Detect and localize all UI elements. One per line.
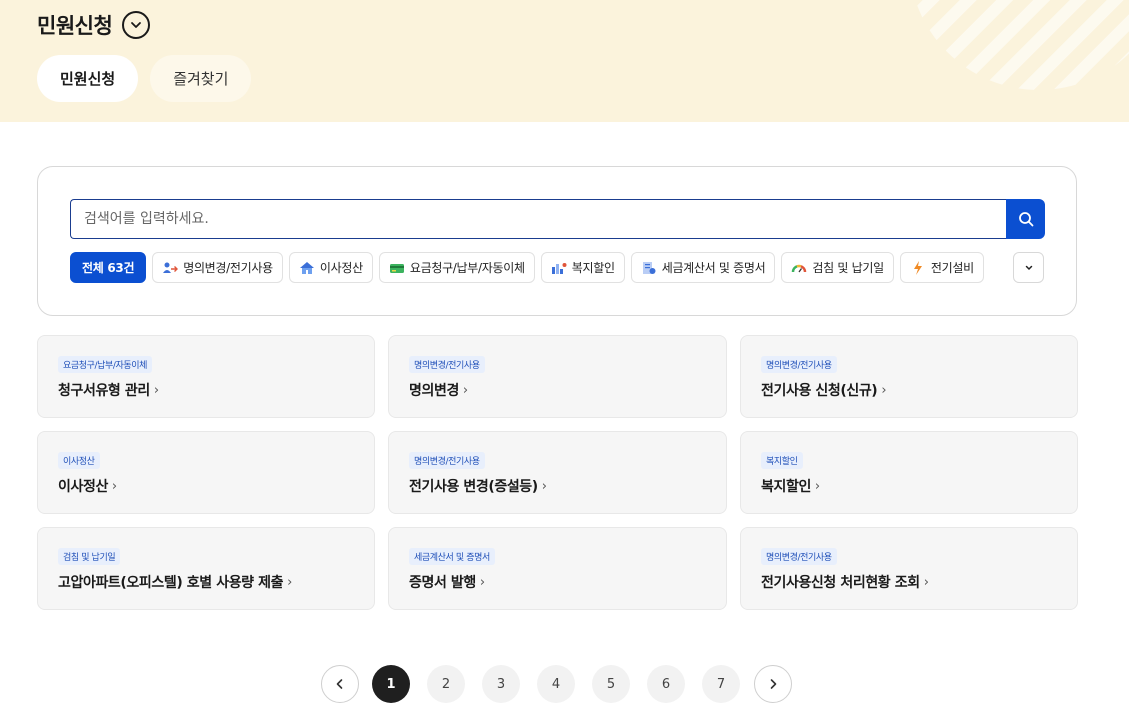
- page-button-3[interactable]: 3: [482, 665, 520, 703]
- chevron-down-icon: [1025, 265, 1032, 270]
- certificate-icon: [641, 261, 657, 275]
- chevron-right-icon: ›: [814, 478, 820, 494]
- service-card[interactable]: 명의변경/전기사용 전기사용신청 처리현황 조회 ›: [740, 527, 1078, 610]
- card-category-tag: 검침 및 납기일: [58, 548, 121, 565]
- chevron-right-icon: ›: [462, 382, 468, 398]
- card-category-tag: 명의변경/전기사용: [409, 452, 485, 469]
- chevron-right-icon: ›: [111, 478, 117, 494]
- chip-label: 세금계산서 및 증명서: [661, 261, 766, 275]
- service-card-grid: 요금청구/납부/자동이체 청구서유형 관리 › 명의변경/전기사용 명의변경 › 명…: [37, 335, 1078, 610]
- chip-label: 복지할인: [571, 261, 615, 275]
- card-title-text: 고압아파트(오피스텔) 호별 사용량 제출: [58, 575, 284, 591]
- chevron-right-icon: ›: [479, 574, 485, 590]
- chevron-right-icon: ›: [923, 574, 929, 590]
- card-title-text: 명의변경: [409, 383, 459, 399]
- search-input[interactable]: [70, 199, 1006, 239]
- card-category-tag: 명의변경/전기사용: [761, 548, 837, 565]
- category-chip-billing[interactable]: 요금청구/납부/자동이체: [378, 252, 535, 283]
- card-category-tag: 명의변경/전기사용: [409, 356, 485, 373]
- tab-bar: 민원신청 즐겨찾기: [37, 55, 252, 102]
- page-button-4[interactable]: 4: [537, 665, 575, 703]
- card-category-tag: 복지할인: [761, 452, 803, 469]
- card-title: 증명서 발행 ›: [409, 572, 485, 592]
- pagination: 1 2 3 4 5 6 7: [321, 665, 792, 703]
- card-category-tag: 명의변경/전기사용: [761, 356, 837, 373]
- prev-page-button[interactable]: [321, 665, 359, 703]
- tab-favorites[interactable]: 즐겨찾기: [150, 55, 252, 102]
- header-band: 민원신청 민원신청 즐겨찾기: [0, 0, 1129, 122]
- card-title: 명의변경 ›: [409, 380, 468, 400]
- lightning-icon: [910, 260, 926, 275]
- chevron-right-icon: ›: [541, 478, 547, 494]
- search-box: [70, 199, 1045, 239]
- card-title: 전기사용 신청(신규) ›: [761, 380, 887, 400]
- service-card[interactable]: 명의변경/전기사용 전기사용 변경(증설등) ›: [388, 431, 727, 514]
- card-title-text: 복지할인: [761, 479, 811, 495]
- card-category-tag: 이사정산: [58, 452, 100, 469]
- card-category-tag: 요금청구/납부/자동이체: [58, 356, 153, 373]
- card-title-text: 이사정산: [58, 479, 108, 495]
- welfare-chart-icon: [551, 261, 567, 275]
- category-chip-all[interactable]: 전체 63건: [70, 252, 147, 283]
- search-panel: 전체 63건 명의변경/전기사용 이사정산 요금청구/납부/자동이체 복지할인: [37, 166, 1077, 316]
- chip-label: 전기설비: [930, 261, 974, 275]
- service-card[interactable]: 명의변경/전기사용 전기사용 신청(신규) ›: [740, 335, 1078, 418]
- chip-label: 명의변경/전기사용: [183, 261, 273, 275]
- chip-label: 전체 63건: [82, 261, 135, 275]
- card-icon: [389, 261, 405, 275]
- page-title: 민원신청: [37, 14, 113, 38]
- next-page-button[interactable]: [754, 665, 792, 703]
- chip-label: 요금청구/납부/자동이체: [409, 261, 525, 275]
- chevron-left-icon: [336, 679, 343, 689]
- chip-label: 이사정산: [319, 261, 363, 275]
- page-button-6[interactable]: 6: [647, 665, 685, 703]
- decorative-pattern: [909, 0, 1129, 90]
- page-button-7[interactable]: 7: [702, 665, 740, 703]
- card-title-text: 증명서 발행: [409, 575, 476, 591]
- service-card[interactable]: 세금계산서 및 증명서 증명서 발행 ›: [388, 527, 727, 610]
- gauge-icon: [791, 261, 807, 275]
- chevron-right-icon: [770, 679, 777, 689]
- house-icon: [299, 261, 315, 275]
- chip-label: 검침 및 납기일: [812, 261, 884, 275]
- card-title-text: 전기사용 신청(신규): [761, 383, 878, 399]
- service-card[interactable]: 명의변경/전기사용 명의변경 ›: [388, 335, 727, 418]
- category-filter: 전체 63건 명의변경/전기사용 이사정산 요금청구/납부/자동이체 복지할인: [70, 252, 984, 283]
- page-title-row: 민원신청: [37, 10, 151, 40]
- search-button[interactable]: [1006, 199, 1045, 239]
- card-title-text: 전기사용신청 처리현황 조회: [761, 575, 920, 591]
- category-chip-welfare[interactable]: 복지할인: [540, 252, 625, 283]
- chevron-right-icon: ›: [881, 382, 887, 398]
- service-card[interactable]: 이사정산 이사정산 ›: [37, 431, 375, 514]
- category-chip-facility[interactable]: 전기설비: [899, 252, 984, 283]
- card-title: 전기사용신청 처리현황 조회 ›: [761, 572, 929, 592]
- person-transfer-icon: [162, 261, 179, 275]
- card-title-text: 청구서유형 관리: [58, 383, 150, 399]
- page-button-5[interactable]: 5: [592, 665, 630, 703]
- category-chip-ownership[interactable]: 명의변경/전기사용: [152, 252, 283, 283]
- chevron-down-icon[interactable]: [122, 11, 151, 39]
- search-icon: [1018, 212, 1033, 227]
- card-title: 청구서유형 관리 ›: [58, 380, 159, 400]
- service-card[interactable]: 요금청구/납부/자동이체 청구서유형 관리 ›: [37, 335, 375, 418]
- chevron-right-icon: ›: [287, 574, 292, 590]
- page-button-2[interactable]: 2: [427, 665, 465, 703]
- card-title: 이사정산 ›: [58, 476, 117, 496]
- category-chip-meter[interactable]: 검침 및 납기일: [781, 252, 894, 283]
- tab-applications[interactable]: 민원신청: [37, 55, 139, 102]
- category-chip-moving[interactable]: 이사정산: [288, 252, 373, 283]
- category-chip-tax[interactable]: 세금계산서 및 증명서: [630, 252, 776, 283]
- chevron-right-icon: ›: [153, 382, 159, 398]
- card-title: 복지할인 ›: [761, 476, 820, 496]
- card-title-text: 전기사용 변경(증설등): [409, 479, 538, 495]
- card-title: 고압아파트(오피스텔) 호별 사용량 제출 ›: [58, 572, 292, 592]
- page-button-1[interactable]: 1: [372, 665, 410, 703]
- card-category-tag: 세금계산서 및 증명서: [409, 548, 495, 565]
- category-expand-button[interactable]: [1013, 252, 1044, 283]
- service-card[interactable]: 검침 및 납기일 고압아파트(오피스텔) 호별 사용량 제출 ›: [37, 527, 375, 610]
- service-card[interactable]: 복지할인 복지할인 ›: [740, 431, 1078, 514]
- card-title: 전기사용 변경(증설등) ›: [409, 476, 547, 496]
